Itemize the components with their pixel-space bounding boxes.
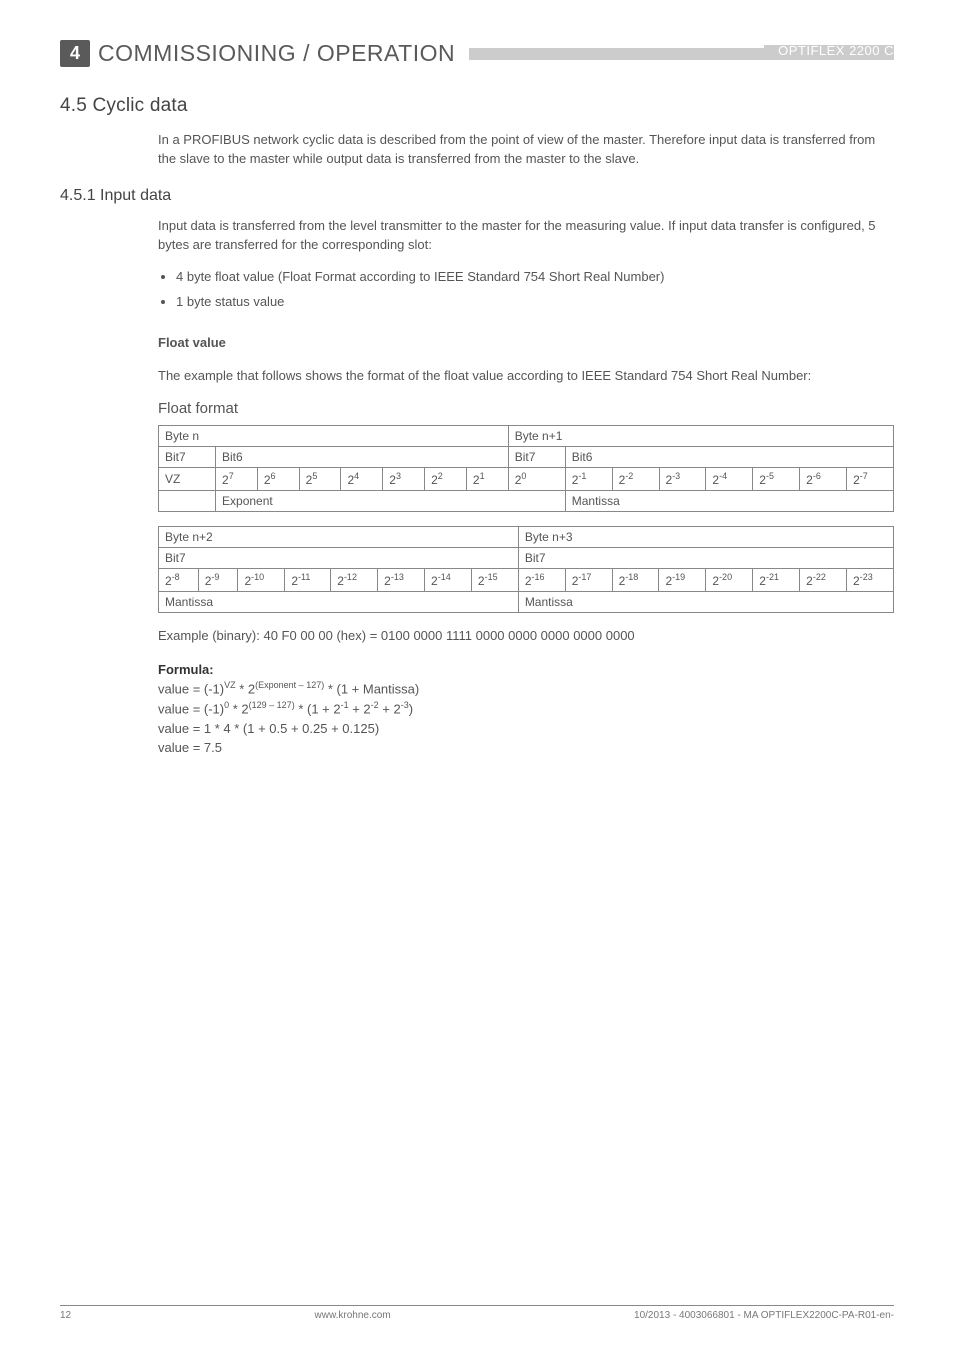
table-cell: Bit7 (159, 547, 519, 568)
formula-line: value = 7.5 (158, 738, 894, 758)
table-cell: VZ (159, 467, 216, 490)
table-cell: 2-8 (159, 568, 199, 591)
table-cell: Exponent (216, 490, 566, 511)
table-cell: 22 (425, 467, 467, 490)
table-cell: 23 (383, 467, 425, 490)
page-footer: 12 www.krohne.com 10/2013 - 4003066801 -… (60, 1305, 894, 1321)
table-cell: 2-14 (425, 568, 472, 591)
table-cell: Mantissa (159, 591, 519, 612)
table-cell: Mantissa (565, 490, 893, 511)
table-cell: 2-10 (238, 568, 285, 591)
table-cell: 21 (466, 467, 508, 490)
table-cell: 2-23 (847, 568, 894, 591)
list-item: 4 byte float value (Float Format accordi… (176, 268, 894, 287)
table-cell: 20 (508, 467, 565, 490)
table-cell (159, 490, 216, 511)
table-cell: 2-16 (518, 568, 565, 591)
float-format-heading: Float format (158, 400, 894, 417)
table-cell: 2-20 (706, 568, 753, 591)
page-number: 12 (60, 1310, 71, 1321)
table-cell: 25 (299, 467, 341, 490)
section-title: COMMISSIONING / OPERATION (98, 40, 455, 67)
float-table-2: Byte n+2 Byte n+3 Bit7 Bit7 2-8 2-9 2-10… (158, 526, 894, 613)
table-cell: Mantissa (518, 591, 893, 612)
footer-doc: 10/2013 - 4003066801 - MA OPTIFLEX2200C-… (634, 1310, 894, 1321)
float-table-1: Byte n Byte n+1 Bit7 Bit6 Bit7 Bit6 VZ 2… (158, 425, 894, 512)
table-cell: 2-9 (198, 568, 238, 591)
table-cell: 2-1 (565, 467, 612, 490)
table-cell: 2-4 (706, 467, 753, 490)
table-cell: 24 (341, 467, 383, 490)
formula-heading: Formula: (158, 660, 894, 680)
formula-line: value = (-1)VZ * 2(Exponent – 127) * (1 … (158, 679, 894, 699)
table-cell: Byte n+1 (508, 425, 893, 446)
table-cell: Byte n (159, 425, 509, 446)
table-cell: Bit7 (508, 446, 565, 467)
section-number-chip: 4 (60, 40, 90, 67)
heading-4-5: 4.5 Cyclic data (60, 95, 894, 117)
example-line: Example (binary): 40 F0 00 00 (hex) = 01… (158, 627, 894, 646)
table-cell: 2-22 (800, 568, 847, 591)
table-cell: 2-5 (753, 467, 800, 490)
table-cell: 2-18 (612, 568, 659, 591)
table-cell: Bit7 (518, 547, 893, 568)
formula-line: value = 1 * 4 * (1 + 0.5 + 0.25 + 0.125) (158, 719, 894, 739)
list-item: 1 byte status value (176, 293, 894, 312)
table-cell: 2-21 (753, 568, 800, 591)
table-cell: Bit6 (216, 446, 509, 467)
paragraph: Input data is transferred from the level… (158, 217, 894, 255)
table-cell: 2-2 (612, 467, 659, 490)
table-cell: 2-12 (331, 568, 378, 591)
float-value-heading: Float value (158, 334, 894, 353)
paragraph: The example that follows shows the forma… (158, 367, 894, 386)
heading-4-5-1: 4.5.1 Input data (60, 187, 894, 205)
page-header: 4 COMMISSIONING / OPERATION OPTIFLEX 220… (60, 40, 894, 67)
table-cell: 2-6 (800, 467, 847, 490)
formula-block: Formula: value = (-1)VZ * 2(Exponent – 1… (158, 660, 894, 758)
table-cell: Byte n+2 (159, 526, 519, 547)
table-cell: 2-17 (565, 568, 612, 591)
formula-line: value = (-1)0 * 2(129 – 127) * (1 + 2-1 … (158, 699, 894, 719)
product-label: OPTIFLEX 2200 C (764, 45, 894, 57)
table-cell: Bit7 (159, 446, 216, 467)
table-cell: 2-7 (847, 467, 894, 490)
table-cell: 2-11 (285, 568, 331, 591)
bullet-list: 4 byte float value (Float Format accordi… (158, 268, 894, 312)
table-cell: 2-3 (659, 467, 706, 490)
table-cell: 26 (257, 467, 299, 490)
table-cell: 2-15 (471, 568, 518, 591)
table-cell: Byte n+3 (518, 526, 893, 547)
footer-url: www.krohne.com (315, 1310, 391, 1321)
table-cell: 27 (216, 467, 258, 490)
table-cell: 2-19 (659, 568, 706, 591)
table-cell: 2-13 (378, 568, 425, 591)
table-cell: Bit6 (565, 446, 893, 467)
paragraph: In a PROFIBUS network cyclic data is des… (158, 131, 894, 169)
